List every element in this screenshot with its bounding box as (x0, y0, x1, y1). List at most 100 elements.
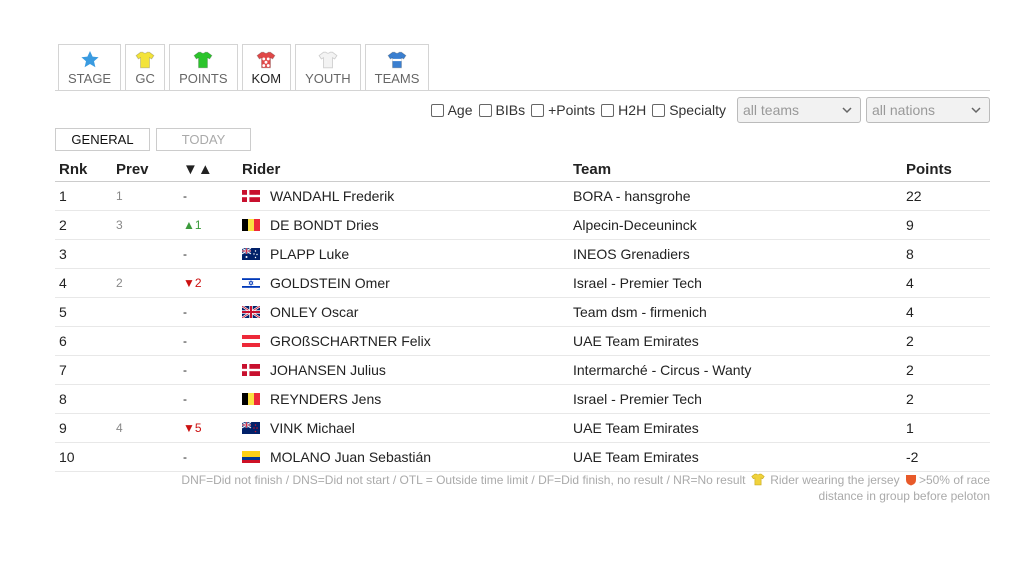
team-cell: BORA - hansgrohe (569, 181, 902, 211)
flag-il-icon (242, 277, 260, 289)
prev-cell (112, 442, 179, 472)
today-tab[interactable]: TODAY (156, 128, 251, 151)
tab-label: KOM (251, 71, 282, 86)
table-row: 8 - REYNDERS Jens Israel - Premier Tech 2 (55, 384, 990, 414)
points-cell: 22 (902, 181, 990, 211)
change-cell: - (179, 326, 238, 356)
team-link[interactable]: UAE Team Emirates (573, 333, 699, 349)
tab-divider (55, 90, 990, 91)
rider-link[interactable]: PLAPP Luke (270, 246, 349, 262)
rider-link[interactable]: WANDAHL Frederik (270, 188, 394, 204)
legend-jersey-text: Rider wearing the jersey (770, 473, 900, 487)
change-cell: - (179, 384, 238, 414)
tab-label: GC (135, 71, 155, 86)
team-cell: UAE Team Emirates (569, 442, 902, 472)
teams-select[interactable]: all teams (737, 97, 861, 123)
tab-label: TEAMS (374, 71, 420, 86)
jersey-icon (318, 51, 338, 69)
tab-points[interactable]: POINTS (169, 44, 238, 90)
bibs-checkbox[interactable] (478, 103, 492, 117)
general-tab[interactable]: GENERAL (55, 128, 150, 151)
rider-header[interactable]: Rider (238, 157, 569, 182)
team-link[interactable]: INEOS Grenadiers (573, 246, 690, 262)
team-cell: UAE Team Emirates (569, 326, 902, 356)
h2h-label: H2H (618, 102, 647, 118)
rider-link[interactable]: JOHANSEN Julius (270, 362, 386, 378)
flag-dk-icon (242, 364, 260, 376)
table-row: 3 - PLAPP Luke INEOS Grenadiers 8 (55, 239, 990, 269)
rank-cell: 5 (55, 297, 112, 327)
rider-cell: REYNDERS Jens (238, 384, 569, 414)
rank-cell: 7 (55, 355, 112, 385)
rider-link[interactable]: GROßSCHARTNER Felix (270, 333, 431, 349)
change-header[interactable]: ▼▲ (179, 157, 238, 182)
jersey-icon (387, 51, 407, 69)
table-row: 5 - ONLEY Oscar Team dsm - firmenich 4 (55, 297, 990, 327)
tab-teams[interactable]: TEAMS (364, 44, 430, 90)
jersey-icon (751, 473, 765, 486)
points-cell: 9 (902, 210, 990, 240)
team-cell: INEOS Grenadiers (569, 239, 902, 269)
rider-cell: ONLEY Oscar (238, 297, 569, 327)
tab-stage[interactable]: STAGE (58, 44, 122, 90)
tab-kom[interactable]: KOM (241, 44, 292, 90)
points-filter[interactable]: +Points (531, 102, 595, 118)
specialty-filter[interactable]: Specialty (652, 102, 726, 118)
team-cell: UAE Team Emirates (569, 413, 902, 443)
rank-cell: 9 (55, 413, 112, 443)
flag-au-icon (242, 248, 260, 260)
team-link[interactable]: Team dsm - firmenich (573, 304, 707, 320)
rider-link[interactable]: MOLANO Juan Sebastián (270, 449, 431, 465)
classification-tabs: STAGE GC POINTS KOM YOUTH TEAMS (58, 44, 430, 90)
team-cell: Israel - Premier Tech (569, 384, 902, 414)
team-link[interactable]: UAE Team Emirates (573, 449, 699, 465)
specialty-checkbox[interactable] (652, 103, 666, 117)
team-link[interactable]: Israel - Premier Tech (573, 275, 702, 291)
points-label: +Points (548, 102, 596, 118)
rank-cell: 1 (55, 181, 112, 211)
points-checkbox[interactable] (531, 103, 545, 117)
age-filter[interactable]: Age (430, 102, 473, 118)
tab-label: POINTS (179, 71, 228, 86)
rank-cell: 8 (55, 384, 112, 414)
bibs-filter[interactable]: BIBs (478, 102, 526, 118)
jersey-icon (193, 51, 213, 69)
table-row: 6 - GROßSCHARTNER Felix UAE Team Emirates 2 (55, 326, 990, 356)
points-header[interactable]: Points (902, 157, 990, 182)
nations-select[interactable]: all nations (866, 97, 990, 123)
team-link[interactable]: Alpecin-Deceuninck (573, 217, 697, 233)
rnk-header[interactable]: Rnk (55, 157, 112, 182)
team-link[interactable]: Intermarché - Circus - Wanty (573, 362, 751, 378)
rider-link[interactable]: ONLEY Oscar (270, 304, 358, 320)
chevron-down-icon (842, 106, 852, 113)
team-link[interactable]: UAE Team Emirates (573, 420, 699, 436)
rider-link[interactable]: VINK Michael (270, 420, 355, 436)
team-header[interactable]: Team (569, 157, 902, 182)
h2h-checkbox[interactable] (601, 103, 615, 117)
age-checkbox[interactable] (430, 103, 444, 117)
change-cell: ▲1 (179, 210, 238, 240)
prev-cell (112, 297, 179, 327)
rider-link[interactable]: REYNDERS Jens (270, 391, 381, 407)
table-row: 4 2 ▼2 GOLDSTEIN Omer Israel - Premier Tech 4 (55, 268, 990, 298)
tab-gc[interactable]: GC (125, 44, 166, 90)
points-cell: 4 (902, 268, 990, 298)
rider-link[interactable]: DE BONDT Dries (270, 217, 379, 233)
tab-youth[interactable]: YOUTH (295, 44, 361, 90)
chevron-down-icon (971, 106, 981, 113)
rider-cell: VINK Michael (238, 413, 569, 443)
team-cell: Team dsm - firmenich (569, 297, 902, 327)
change-cell: - (179, 442, 238, 472)
prev-cell (112, 355, 179, 385)
prev-header[interactable]: Prev (112, 157, 179, 182)
team-link[interactable]: Israel - Premier Tech (573, 391, 702, 407)
bibs-label: BIBs (495, 102, 526, 118)
rank-cell: 10 (55, 442, 112, 472)
rider-link[interactable]: GOLDSTEIN Omer (270, 275, 390, 291)
rank-cell: 3 (55, 239, 112, 269)
prev-cell (112, 326, 179, 356)
tab-label: STAGE (68, 71, 112, 86)
jersey-icon (256, 51, 276, 69)
team-link[interactable]: BORA - hansgrohe (573, 188, 691, 204)
h2h-filter[interactable]: H2H (601, 102, 646, 118)
